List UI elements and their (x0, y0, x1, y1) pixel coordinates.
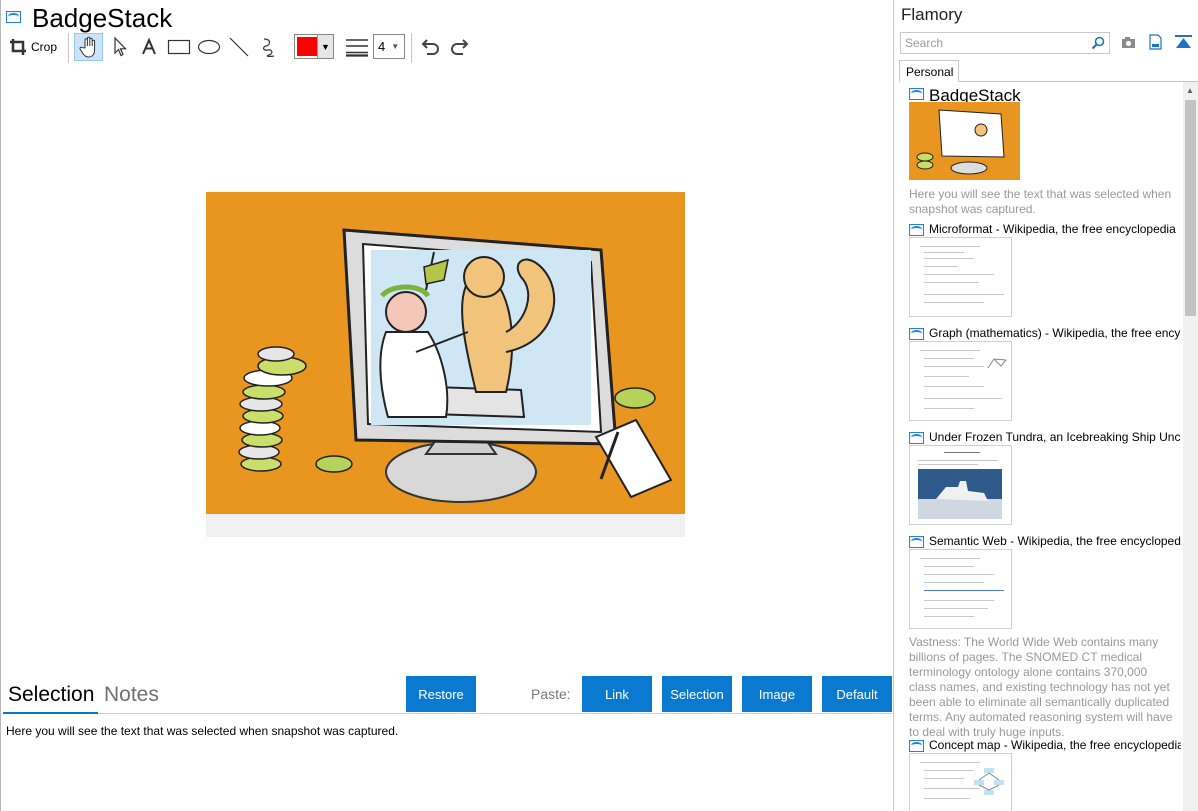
selection-text-area[interactable]: Here you will see the text that was sele… (6, 724, 398, 738)
text-tool-button[interactable] (137, 33, 161, 61)
line-width-button[interactable] (344, 33, 370, 61)
window-title: BadgeStack (32, 3, 173, 33)
thumbnail-illustration (909, 102, 1020, 180)
snapshot-item[interactable]: Under Frozen Tundra, an Icebreaking Ship… (909, 430, 1181, 530)
undo-button[interactable] (417, 33, 443, 61)
ellipse-tool-button[interactable] (196, 33, 222, 61)
paste-link-button[interactable]: Link (582, 676, 652, 712)
chevron-down-icon: ▼ (317, 35, 333, 58)
snapshot-selected-text: Vastness: The World Wide Web contains ma… (909, 635, 1173, 739)
toolbar-separator (411, 33, 412, 63)
redo-button[interactable] (447, 33, 473, 61)
snapshot-thumbnail (909, 102, 1020, 180)
chevron-down-icon: ▼ (391, 42, 400, 51)
line-icon (229, 37, 249, 57)
hand-tool-button[interactable] (74, 33, 103, 61)
undo-icon (421, 39, 439, 55)
ellipse-icon (197, 39, 221, 55)
active-tab-indicator (3, 712, 98, 714)
snapshot-icon (909, 536, 924, 548)
snapshot-item[interactable]: Semantic Web - Wikipedia, the free encyc… (909, 534, 1181, 739)
snapshot-thumbnail (909, 753, 1012, 811)
paste-label: Paste: (531, 686, 571, 702)
tab-divider (98, 713, 892, 714)
collapse-top-icon[interactable] (1175, 35, 1192, 50)
line-tool-button[interactable] (227, 33, 251, 61)
scrollbar-thumb[interactable] (1185, 100, 1196, 316)
snapshot-list: BadgeStack Here you will see the text th… (909, 82, 1181, 811)
snapshot-item[interactable]: BadgeStack Here you will see the text th… (909, 86, 1181, 216)
paste-selection-button[interactable]: Selection (662, 676, 732, 712)
badge-illustration (206, 192, 685, 537)
snapshot-title: Under Frozen Tundra, an Icebreaking Ship… (929, 430, 1181, 444)
snapshot-title: Concept map - Wikipedia, the free encycl… (929, 738, 1181, 752)
freehand-tool-button[interactable] (257, 33, 281, 61)
snapshot-thumbnail (909, 549, 1012, 629)
toolbar-separator (68, 33, 69, 63)
text-icon (142, 37, 156, 55)
rectangle-icon (167, 39, 191, 55)
select-tool-button[interactable] (108, 33, 132, 61)
ship-photo (918, 469, 1002, 519)
tab-personal[interactable]: Personal (899, 60, 959, 82)
paste-image-button[interactable]: Image (742, 676, 812, 712)
line-width-icon (346, 39, 368, 57)
select-arrow-icon (114, 36, 127, 57)
search-input[interactable]: Search (900, 32, 1110, 54)
snapshot-icon (909, 740, 924, 752)
paste-default-button[interactable]: Default (822, 676, 892, 712)
camera-icon[interactable] (1121, 36, 1136, 49)
color-picker[interactable]: ▼ (294, 34, 334, 59)
crop-label: Crop (30, 40, 57, 54)
app-icon (6, 11, 21, 23)
snapshot-title: Graph (mathematics) - Wikipedia, the fre… (929, 326, 1181, 340)
restore-button[interactable]: Restore (406, 676, 476, 712)
snapshot-item[interactable]: Graph (mathematics) - Wikipedia, the fre… (909, 326, 1181, 426)
crop-icon (9, 39, 26, 55)
snapshot-thumbnail (909, 237, 1012, 317)
snapshot-item[interactable]: Microformat - Wikipedia, the free encycl… (909, 222, 1181, 322)
snapshot-icon (909, 88, 924, 100)
snapshot-icon (909, 224, 924, 236)
hand-icon (79, 36, 95, 58)
line-width-select[interactable]: 4 ▼ (373, 34, 405, 59)
scroll-up-arrow-icon[interactable]: ▲ (1186, 86, 1194, 95)
search-icon[interactable] (1091, 36, 1105, 50)
redo-icon (451, 39, 469, 55)
line-width-value: 4 (378, 39, 386, 54)
snapshot-item[interactable]: Concept map - Wikipedia, the free encycl… (909, 738, 1181, 811)
snapshot-icon (909, 328, 924, 340)
color-swatch (297, 37, 317, 56)
freehand-icon (262, 38, 275, 58)
editor-pane: BadgeStack Crop ▼ 4 ▼ Selection Notes Re… (0, 0, 894, 811)
document-icon[interactable] (1149, 34, 1162, 50)
snapshot-icon (909, 432, 924, 444)
snapshot-thumbnail (909, 445, 1012, 525)
snapshot-selected-text: Here you will see the text that was sele… (909, 187, 1172, 216)
crop-button[interactable]: Crop (7, 33, 59, 61)
tab-notes[interactable]: Notes (104, 683, 159, 707)
snapshot-title: Semantic Web - Wikipedia, the free encyc… (929, 534, 1181, 548)
rectangle-tool-button[interactable] (166, 33, 192, 61)
tab-selection[interactable]: Selection (8, 683, 94, 707)
snapshot-title: Microformat - Wikipedia, the free encycl… (929, 222, 1176, 236)
search-placeholder: Search (905, 36, 944, 50)
snapshot-image[interactable] (206, 192, 685, 537)
sidebar-title: Flamory (901, 5, 963, 24)
snapshot-thumbnail (909, 341, 1012, 421)
